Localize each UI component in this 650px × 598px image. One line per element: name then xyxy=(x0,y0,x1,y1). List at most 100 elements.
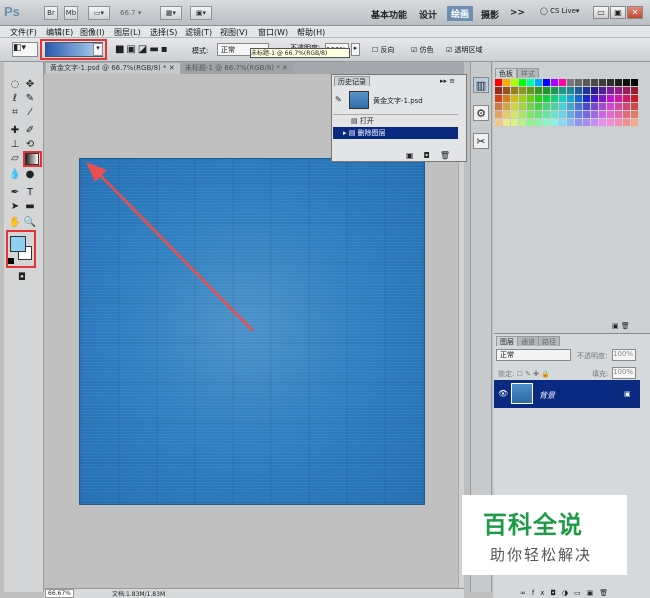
color-swatch[interactable] xyxy=(503,79,511,87)
color-swatch[interactable] xyxy=(495,87,503,95)
color-swatch[interactable] xyxy=(511,87,519,95)
color-swatch[interactable] xyxy=(575,111,583,119)
color-swatch[interactable] xyxy=(615,79,623,87)
history-dock-icon[interactable]: ▥ xyxy=(473,77,489,93)
color-swatch[interactable] xyxy=(535,103,543,111)
color-swatch[interactable] xyxy=(623,103,631,111)
color-swatch[interactable] xyxy=(631,119,639,127)
layers-footer-buttons[interactable]: ∞fx◘◑▭▣🗑 xyxy=(520,589,614,597)
color-swatch[interactable] xyxy=(543,95,551,103)
history-footer-buttons[interactable]: ▣◘🗑 xyxy=(406,151,460,160)
color-swatch[interactable] xyxy=(567,119,575,127)
color-swatch[interactable] xyxy=(495,79,503,87)
color-swatch[interactable] xyxy=(511,79,519,87)
color-swatch[interactable] xyxy=(519,111,527,119)
snapshot-name[interactable]: 黄金文字-1.psd xyxy=(373,96,423,106)
color-swatch[interactable] xyxy=(599,119,607,127)
color-swatch[interactable] xyxy=(559,95,567,103)
color-swatch[interactable] xyxy=(535,95,543,103)
color-swatch[interactable] xyxy=(631,111,639,119)
color-swatch[interactable] xyxy=(607,103,615,111)
color-swatch[interactable] xyxy=(495,111,503,119)
color-swatch[interactable] xyxy=(607,111,615,119)
color-swatch[interactable] xyxy=(591,119,599,127)
history-item[interactable]: ▤ 打开 xyxy=(333,114,458,126)
tools-dock-icon[interactable]: ✂ xyxy=(473,133,489,149)
color-swatch[interactable] xyxy=(543,87,551,95)
color-swatch[interactable] xyxy=(583,95,591,103)
swatch-footer-buttons[interactable]: ▣ 🗑 xyxy=(612,322,630,330)
color-swatch[interactable] xyxy=(591,79,599,87)
color-swatch[interactable] xyxy=(495,119,503,127)
fill-field[interactable]: 100% xyxy=(612,367,636,379)
actions-dock-icon[interactable]: ⚙ xyxy=(473,105,489,121)
color-swatch[interactable] xyxy=(575,79,583,87)
color-swatch[interactable] xyxy=(551,103,559,111)
color-swatch[interactable] xyxy=(607,119,615,127)
styles-tab[interactable]: 样式 xyxy=(517,68,539,78)
color-swatch[interactable] xyxy=(535,119,543,127)
color-swatch[interactable] xyxy=(599,95,607,103)
channels-tab[interactable]: 通道 xyxy=(517,336,539,346)
swatches-tab[interactable]: 色板 xyxy=(495,68,517,78)
color-swatch[interactable] xyxy=(543,79,551,87)
color-swatch[interactable] xyxy=(527,79,535,87)
color-swatch[interactable] xyxy=(599,111,607,119)
color-swatch[interactable] xyxy=(543,103,551,111)
color-swatch[interactable] xyxy=(583,87,591,95)
color-swatch[interactable] xyxy=(527,111,535,119)
panel-menu-icon[interactable]: ▸▸ ≡ xyxy=(440,77,455,85)
color-swatch[interactable] xyxy=(591,95,599,103)
layer-opacity-field[interactable]: 100% xyxy=(612,349,636,361)
layers-tab[interactable]: 图层 xyxy=(496,336,518,346)
color-swatch[interactable] xyxy=(615,111,623,119)
color-swatch[interactable] xyxy=(551,111,559,119)
color-swatch[interactable] xyxy=(615,87,623,95)
color-swatch[interactable] xyxy=(583,119,591,127)
color-swatch[interactable] xyxy=(575,95,583,103)
color-swatch[interactable] xyxy=(559,119,567,127)
color-swatch[interactable] xyxy=(559,111,567,119)
color-swatch[interactable] xyxy=(503,103,511,111)
color-swatch[interactable] xyxy=(551,79,559,87)
color-swatch[interactable] xyxy=(567,79,575,87)
layer-thumbnail[interactable] xyxy=(511,383,533,404)
color-swatch[interactable] xyxy=(567,111,575,119)
color-swatch[interactable] xyxy=(591,111,599,119)
color-swatch[interactable] xyxy=(599,87,607,95)
color-swatch[interactable] xyxy=(527,119,535,127)
color-swatch[interactable] xyxy=(623,119,631,127)
color-swatch[interactable] xyxy=(543,119,551,127)
color-swatch[interactable] xyxy=(535,87,543,95)
color-swatch[interactable] xyxy=(535,111,543,119)
color-swatch[interactable] xyxy=(631,79,639,87)
color-swatch[interactable] xyxy=(519,103,527,111)
swatch-grid[interactable] xyxy=(495,79,639,137)
color-swatch[interactable] xyxy=(527,95,535,103)
color-swatch[interactable] xyxy=(511,103,519,111)
color-swatch[interactable] xyxy=(575,87,583,95)
color-swatch[interactable] xyxy=(503,95,511,103)
color-swatch[interactable] xyxy=(567,103,575,111)
color-swatch[interactable] xyxy=(551,87,559,95)
color-swatch[interactable] xyxy=(575,119,583,127)
color-swatch[interactable] xyxy=(519,79,527,87)
color-swatch[interactable] xyxy=(559,87,567,95)
color-swatch[interactable] xyxy=(535,79,543,87)
color-swatch[interactable] xyxy=(599,103,607,111)
color-swatch[interactable] xyxy=(631,95,639,103)
color-swatch[interactable] xyxy=(623,111,631,119)
history-item-active[interactable]: ▸ ▤ 删除图层 xyxy=(333,127,458,139)
color-swatch[interactable] xyxy=(615,103,623,111)
status-zoom[interactable]: 66.67% xyxy=(45,589,74,598)
layer-visibility-eye-icon[interactable]: 👁 xyxy=(498,389,508,398)
lock-icons[interactable]: ☐ ✎ ✚ 🔒 xyxy=(517,370,550,378)
color-swatch[interactable] xyxy=(511,111,519,119)
color-swatch[interactable] xyxy=(615,119,623,127)
color-swatch[interactable] xyxy=(607,79,615,87)
color-swatch[interactable] xyxy=(623,79,631,87)
color-swatch[interactable] xyxy=(567,87,575,95)
color-swatch[interactable] xyxy=(527,103,535,111)
color-swatch[interactable] xyxy=(599,79,607,87)
blend-mode-select[interactable]: 正常 xyxy=(496,349,571,361)
